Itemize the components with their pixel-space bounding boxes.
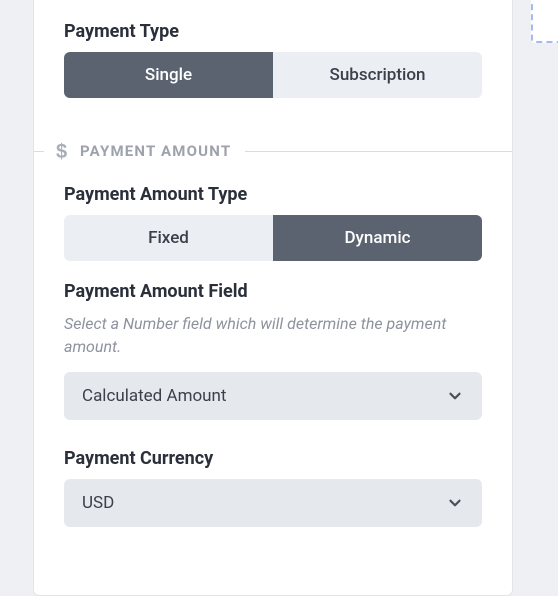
payment-type-option-subscription[interactable]: Subscription [273, 52, 482, 98]
payment-amount-section-title: PAYMENT AMOUNT [80, 142, 231, 160]
payment-amount-field-help: Select a Number field which will determi… [64, 312, 482, 358]
payment-currency-group: Payment Currency USD [64, 448, 482, 527]
payment-amount-section-header: $ PAYMENT AMOUNT [34, 140, 512, 162]
payment-type-group: Payment Type Single Subscription [64, 21, 482, 98]
payment-amount-field-value: Calculated Amount [82, 386, 227, 406]
svg-text:$: $ [56, 141, 67, 162]
payment-amount-field-label: Payment Amount Field [64, 281, 482, 302]
right-drop-zone [531, 0, 558, 43]
payment-currency-value: USD [82, 493, 114, 513]
payment-currency-select[interactable]: USD [64, 479, 482, 527]
payment-amount-type-option-fixed[interactable]: Fixed [64, 215, 273, 261]
payment-type-option-single[interactable]: Single [64, 52, 273, 98]
chevron-down-icon [446, 494, 464, 512]
payment-amount-type-option-dynamic[interactable]: Dynamic [273, 215, 482, 261]
payment-amount-type-segmented: Fixed Dynamic [64, 215, 482, 261]
payment-amount-type-group: Payment Amount Type Fixed Dynamic [64, 184, 482, 261]
dollar-icon: $ [54, 140, 70, 162]
payment-amount-field-group: Payment Amount Field Select a Number fie… [64, 281, 482, 420]
payment-amount-field-select[interactable]: Calculated Amount [64, 372, 482, 420]
payment-settings-panel: Payment Type Single Subscription $ PAYME… [33, 0, 513, 596]
payment-type-segmented: Single Subscription [64, 52, 482, 98]
payment-amount-type-label: Payment Amount Type [64, 184, 482, 205]
payment-currency-label: Payment Currency [64, 448, 482, 469]
chevron-down-icon [446, 387, 464, 405]
payment-type-label: Payment Type [64, 21, 482, 42]
